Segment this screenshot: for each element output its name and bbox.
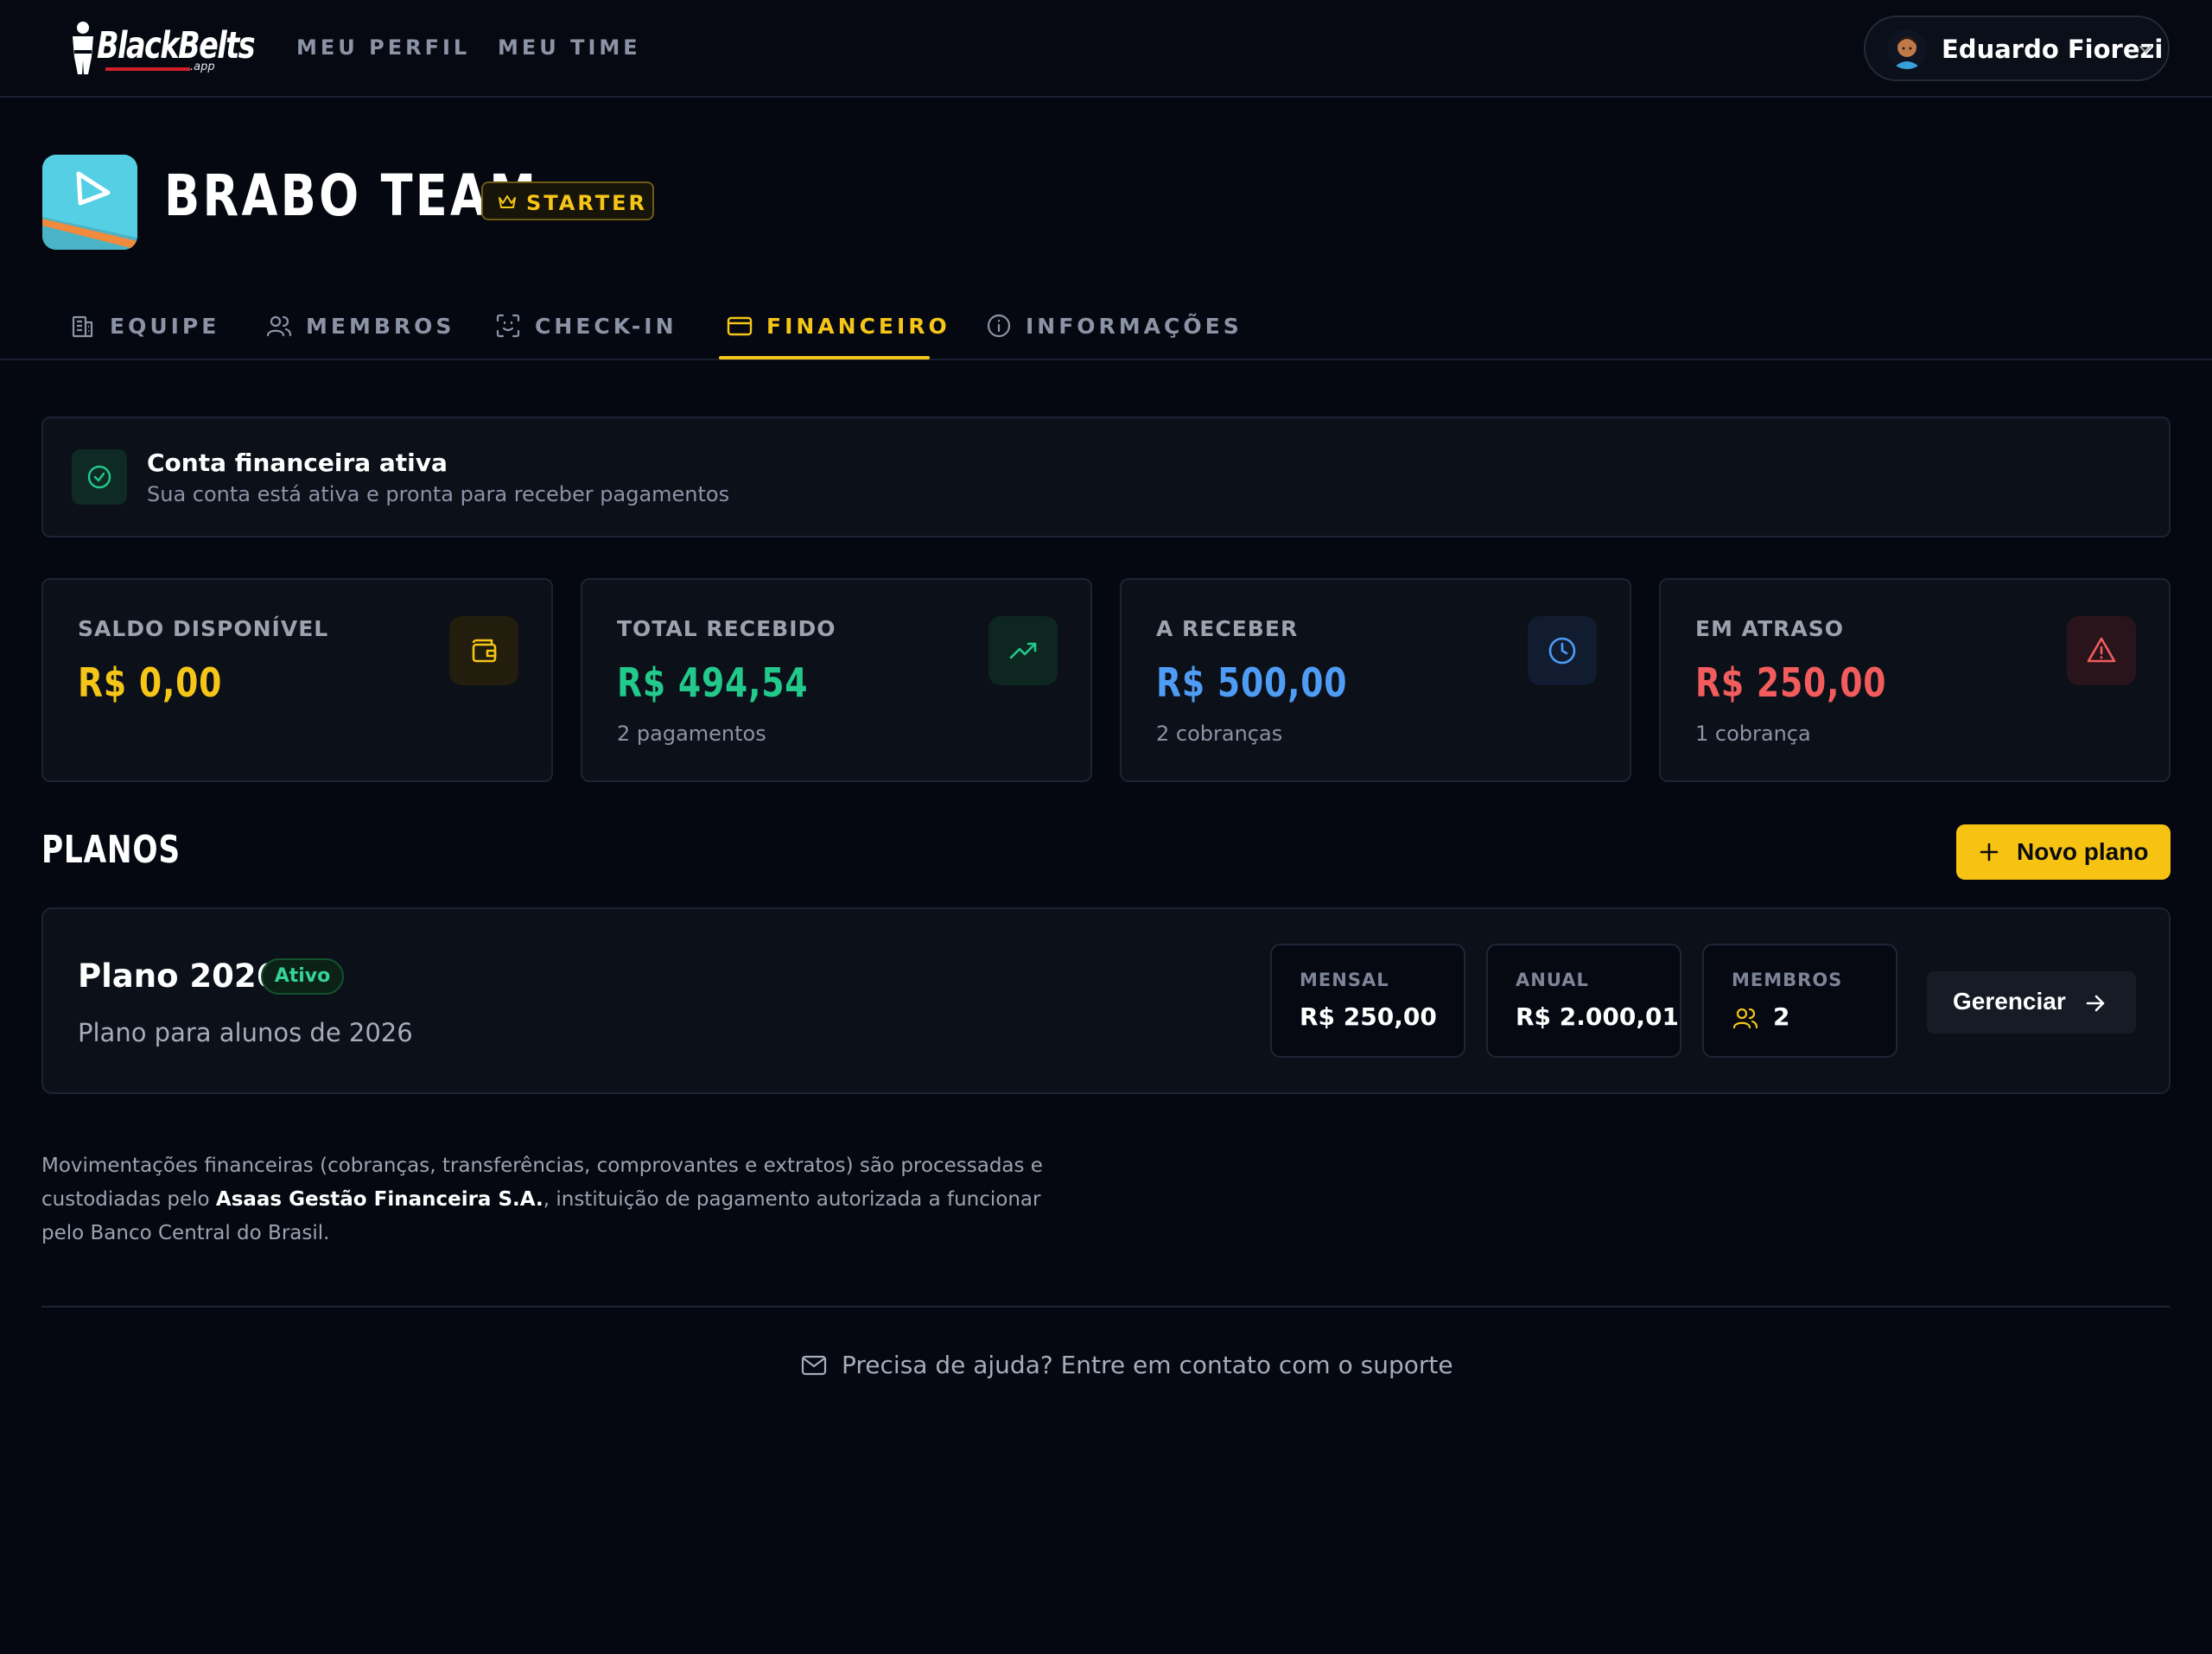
building-icon [72,315,93,338]
mail-icon [801,1355,827,1376]
user-name: Eduardo Fiorezi [1942,35,2164,64]
plan-monthly-price: MENSAL R$ 250,00 [1270,944,1465,1058]
members-value: 2 [1773,1002,1790,1031]
stat-subtext: 1 cobrança [1695,722,1811,746]
plans-section-title: PLANOS [41,828,181,872]
plan-name: Plano 2026 [78,957,279,995]
tab-label: FINANCEIRO [766,314,950,339]
users-icon [1732,1008,1758,1029]
alert-triangle-icon [2087,637,2116,663]
info-icon [987,314,1011,338]
arrow-right-icon [2086,995,2105,1012]
stat-label: EM ATRASO [1695,616,1844,641]
new-plan-button[interactable]: Novo plano [1956,824,2171,880]
disclaimer-company: Asaas Gestão Financeira S.A. [215,1188,543,1211]
team-logo [42,155,137,250]
trending-up-icon [1009,642,1037,659]
stat-value: R$ 500,00 [1156,659,1348,706]
plus-icon [1980,843,1999,862]
brand-domain: .app [190,60,215,73]
status-badge: Ativo [261,958,344,995]
monthly-value: R$ 250,00 [1300,1002,1437,1031]
financial-disclaimer: Movimentações financeiras (cobranças, tr… [41,1149,1078,1250]
tab-label: INFORMAÇÕES [1026,314,1243,339]
clock-icon [1548,637,1576,665]
plan-members-count: MEMBROS 2 [1702,944,1897,1058]
account-status-card: Conta financeira ativa Sua conta está at… [41,417,2171,538]
annual-value: R$ 2.000,01 [1516,1002,1679,1031]
footer-divider [41,1306,2171,1307]
stat-subtext: 2 pagamentos [617,722,766,746]
stat-icon-box [449,616,518,685]
active-tab-indicator [719,356,930,359]
nav-meu-time[interactable]: MEU TIME [498,35,641,60]
status-icon-box [72,449,127,505]
stat-value: R$ 0,00 [78,659,223,706]
fighter-logo-icon [73,22,93,74]
stat-card-total-recebido: TOTAL RECEBIDO R$ 494,54 2 pagamentos [581,578,1092,782]
nav-meu-perfil[interactable]: MEU PERFIL [296,35,470,60]
status-title: Conta financeira ativa [147,448,448,477]
wallet-icon [472,639,497,663]
stat-icon-box [988,616,1058,685]
status-subtitle: Sua conta está ativa e pronta para receb… [147,482,730,506]
stat-value: R$ 494,54 [617,659,809,706]
crown-icon [499,195,516,208]
stat-label: TOTAL RECEBIDO [617,616,836,641]
tab-label: MEMBROS [306,314,455,339]
plan-description: Plano para alunos de 2026 [78,1018,413,1047]
members-label: MEMBROS [1732,970,1843,990]
stat-icon-box [2067,616,2136,685]
new-plan-label: Novo plano [2017,838,2149,865]
stat-label: A RECEBER [1156,616,1299,641]
stat-card-saldo: SALDO DISPONÍVEL R$ 0,00 [41,578,553,782]
stat-card-em-atraso: EM ATRASO R$ 250,00 1 cobrança [1659,578,2171,782]
stat-subtext: 2 cobranças [1156,722,1283,746]
plan-badge-label: STARTER [526,191,648,215]
annual-label: ANUAL [1516,970,1589,990]
brand-stripe [105,67,190,71]
monthly-label: MENSAL [1300,970,1389,990]
face-scan-icon [496,314,520,338]
users-icon [266,315,292,337]
plan-card: Plano 2026 Ativo Plano para alunos de 20… [41,907,2171,1094]
plan-annual-price: ANUAL R$ 2.000,01 [1486,944,1681,1058]
manage-label: Gerenciar [1953,988,2066,1015]
check-circle-icon [87,465,111,489]
support-label: Precisa de ajuda? Entre em contato com o… [842,1351,1453,1379]
brand-name: BlackBelts [97,24,256,67]
chevron-down-icon [2139,46,2152,53]
stat-value: R$ 250,00 [1695,659,1887,706]
stat-card-a-receber: A RECEBER R$ 500,00 2 cobranças [1120,578,1631,782]
tab-label: EQUIPE [110,314,220,339]
manage-plan-button[interactable]: Gerenciar [1927,971,2136,1034]
top-navbar: BlackBelts .app MEU PERFIL MEU TIME Edua… [0,0,2212,98]
credit-card-icon [727,316,753,336]
stat-label: SALDO DISPONÍVEL [78,616,329,641]
avatar [1887,29,1927,69]
stat-icon-box [1528,616,1597,685]
plan-badge: STARTER [481,181,654,220]
tab-label: CHECK-IN [535,314,677,339]
tabs-divider [0,359,2212,360]
blackbelts-logo[interactable]: BlackBelts .app [67,17,256,80]
user-menu[interactable]: Eduardo Fiorezi [1864,16,2170,81]
